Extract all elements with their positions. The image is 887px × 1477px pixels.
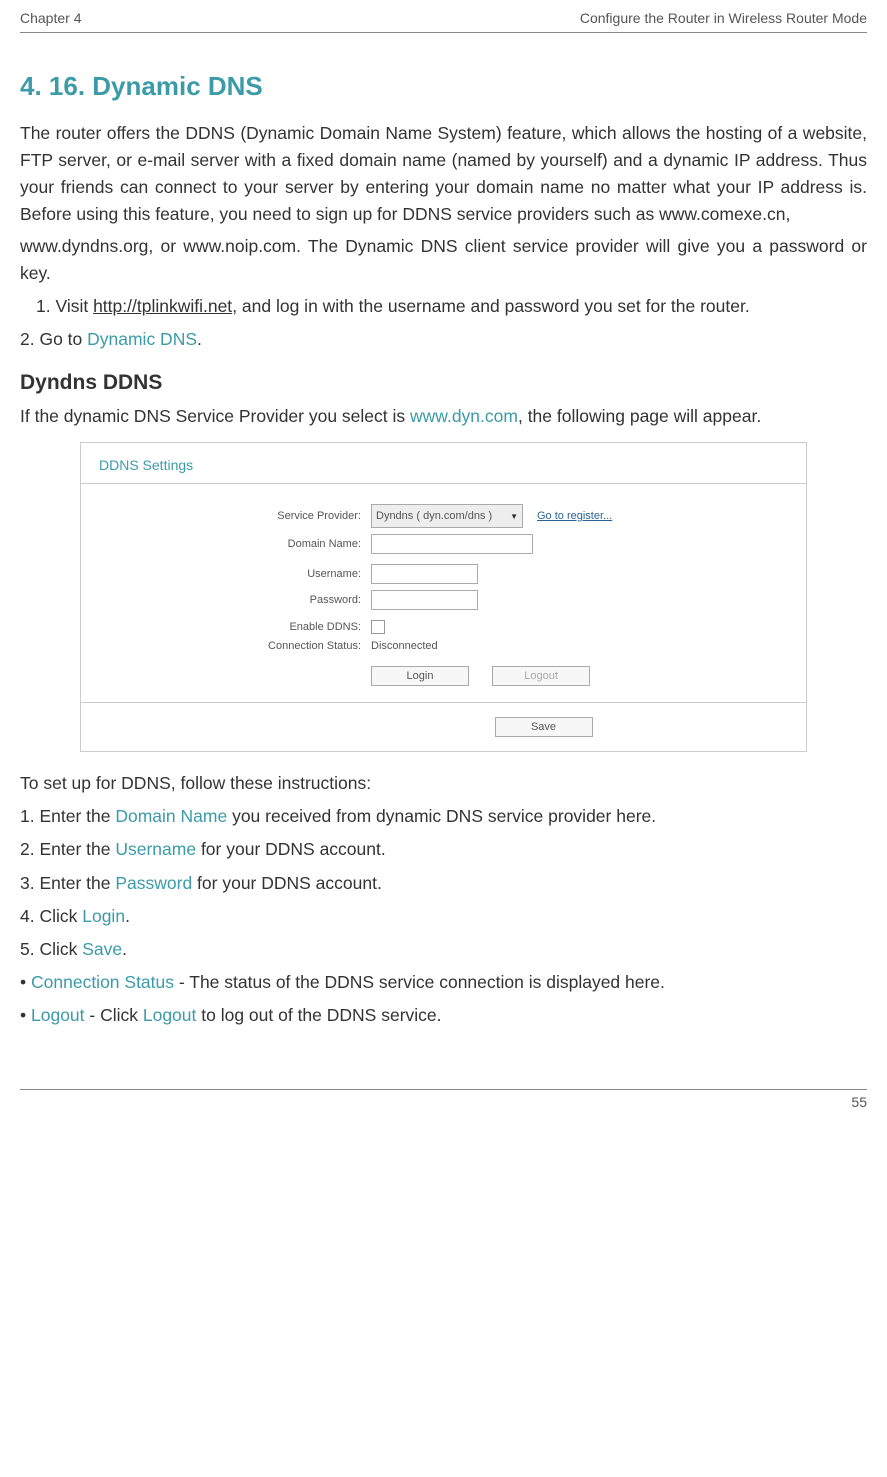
label-username: Username: xyxy=(101,568,371,580)
page-number: 55 xyxy=(20,1089,867,1110)
instruction-2: 2. Enter the Username for your DDNS acco… xyxy=(20,836,867,863)
panel-title: DDNS Settings xyxy=(81,443,806,483)
chapter-title: Configure the Router in Wireless Router … xyxy=(580,10,867,26)
paragraph: The router offers the DDNS (Dynamic Doma… xyxy=(20,120,867,229)
label-domain-name: Domain Name: xyxy=(101,538,371,550)
go-to-register-link[interactable]: Go to register... xyxy=(537,510,612,522)
instruction-5: 5. Click Save. xyxy=(20,936,867,963)
bullet-connection-status: • Connection Status - The status of the … xyxy=(20,969,867,996)
service-provider-select[interactable]: Dyndns ( dyn.com/dns ) xyxy=(371,504,523,528)
username-input[interactable] xyxy=(371,564,478,584)
login-button[interactable]: Login xyxy=(371,666,469,686)
enable-ddns-checkbox[interactable] xyxy=(371,620,385,634)
instruction-1: 1. Enter the Domain Name you received fr… xyxy=(20,803,867,830)
section-heading: 4. 16. Dynamic DNS xyxy=(20,71,867,102)
logout-button[interactable]: Logout xyxy=(492,666,590,686)
instruction-3: 3. Enter the Password for your DDNS acco… xyxy=(20,870,867,897)
save-button[interactable]: Save xyxy=(495,717,593,737)
ddns-settings-screenshot: DDNS Settings Service Provider: Dyndns (… xyxy=(80,442,807,752)
label-password: Password: xyxy=(101,594,371,606)
label-connection-status: Connection Status: xyxy=(101,640,371,652)
step-2: 2. Go to Dynamic DNS. xyxy=(20,326,867,353)
label-service-provider: Service Provider: xyxy=(101,510,371,522)
instruction-4: 4. Click Login. xyxy=(20,903,867,930)
paragraph: If the dynamic DNS Service Provider you … xyxy=(20,403,867,430)
domain-name-input[interactable] xyxy=(371,534,533,554)
bullet-logout: • Logout - Click Logout to log out of th… xyxy=(20,1002,867,1029)
password-input[interactable] xyxy=(371,590,478,610)
sub-heading: Dyndns DDNS xyxy=(20,371,867,395)
dyn-link: www.dyn.com xyxy=(410,406,518,426)
paragraph: www.dyndns.org, or www.noip.com. The Dyn… xyxy=(20,233,867,287)
chapter-label: Chapter 4 xyxy=(20,10,81,26)
dynamic-dns-label: Dynamic DNS xyxy=(87,329,197,349)
connection-status-value: Disconnected xyxy=(371,640,438,652)
step-1: 1. Visit http://tplinkwifi.net, and log … xyxy=(20,293,867,320)
instructions-intro: To set up for DDNS, follow these instruc… xyxy=(20,770,867,797)
tplink-url[interactable]: http://tplinkwifi.net xyxy=(93,296,232,316)
label-enable-ddns: Enable DDNS: xyxy=(101,621,371,633)
